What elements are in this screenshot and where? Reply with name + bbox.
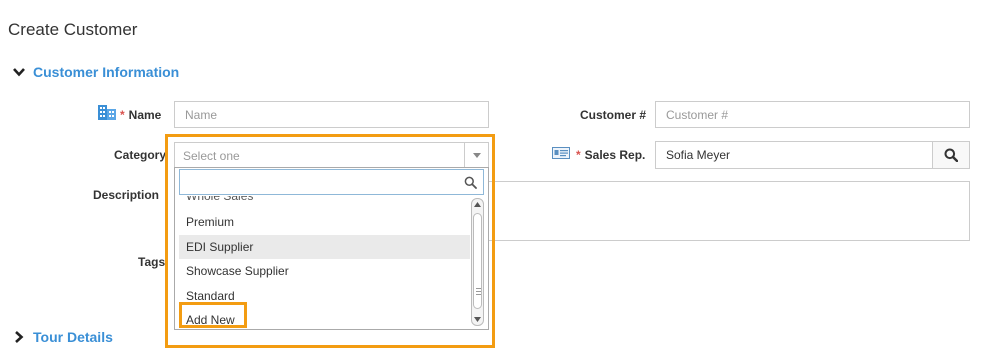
customer-number-input[interactable]	[655, 101, 970, 128]
dropdown-option[interactable]: EDI Supplier	[179, 234, 470, 259]
chevron-up-icon	[474, 202, 481, 207]
dropdown-option[interactable]: Showcase Supplier	[179, 259, 470, 284]
dropdown-option-add-new[interactable]: Add New	[179, 308, 235, 328]
section-label: Customer Information	[33, 64, 180, 80]
dropdown-option[interactable]: Premium	[179, 210, 470, 235]
grip-icon	[476, 288, 481, 295]
dropdown-option[interactable]: Standard	[179, 284, 470, 309]
tags-label: Tags	[138, 255, 166, 269]
description-textarea[interactable]	[489, 181, 970, 241]
scrollbar-thumb[interactable]	[473, 213, 482, 309]
dropdown-scrollbar[interactable]	[471, 198, 484, 326]
dropdown-option[interactable]: Whole Sales	[179, 196, 470, 210]
description-label: Description	[93, 188, 160, 202]
required-marker: *	[120, 108, 125, 122]
search-icon	[464, 176, 477, 189]
chevron-down-icon	[474, 317, 481, 322]
section-tour-details[interactable]: Tour Details	[12, 329, 113, 345]
customer-number-label: Customer #	[580, 108, 647, 122]
section-customer-information[interactable]: Customer Information	[12, 64, 179, 80]
category-select-value: Select one	[183, 148, 240, 163]
search-icon	[944, 148, 958, 162]
category-label: Category	[114, 148, 167, 162]
dropdown-search-input[interactable]	[180, 170, 483, 194]
sales-rep-input[interactable]	[655, 141, 933, 169]
dropdown-search	[179, 169, 484, 195]
caret-down-icon	[464, 143, 488, 168]
required-marker: *	[576, 148, 581, 162]
sales-rep-label: * Sales Rep.	[576, 148, 646, 162]
section-label: Tour Details	[33, 329, 113, 345]
building-icon	[98, 105, 116, 120]
name-label: * Name	[120, 108, 162, 122]
category-dropdown: Whole Sales Premium EDI Supplier Showcas…	[174, 167, 489, 330]
category-select[interactable]: Select one	[174, 142, 489, 169]
chevron-down-icon	[13, 68, 25, 77]
sales-rep-lookup-button[interactable]	[932, 141, 970, 169]
chevron-right-icon	[15, 331, 24, 343]
page-title: Create Customer	[8, 20, 138, 39]
name-input[interactable]	[174, 101, 489, 128]
dropdown-options-list: Whole Sales Premium EDI Supplier Showcas…	[179, 196, 470, 328]
id-card-icon	[552, 147, 570, 159]
